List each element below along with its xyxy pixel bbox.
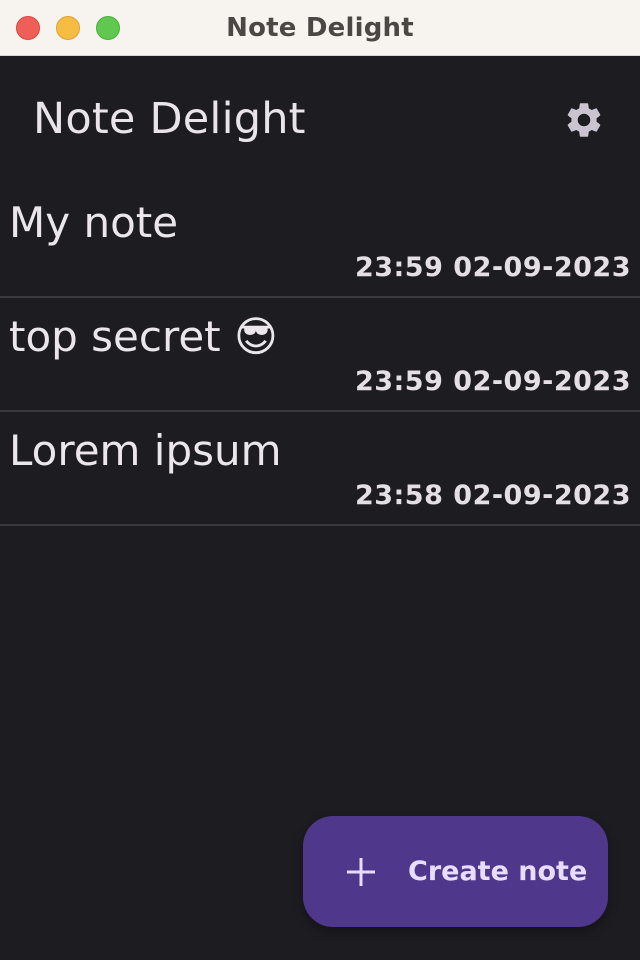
note-list-item[interactable]: My note 23:59 02-09-2023 [0,184,640,298]
gear-icon [567,103,601,137]
create-note-button[interactable]: Create note [303,816,608,927]
app-header: Note Delight [0,56,640,184]
app-window: Note Delight Note Delight My note 23:59 … [0,0,640,960]
plus-icon [347,858,375,886]
create-note-label: Create note [408,856,588,887]
note-timestamp: 23:59 02-09-2023 [354,252,631,283]
note-title: top secret 😎 [9,312,278,361]
page-title: Note Delight [33,94,306,144]
settings-button[interactable] [560,96,608,144]
window-title: Note Delight [226,13,414,43]
note-list: My note 23:59 02-09-2023 top secret 😎 23… [0,184,640,526]
note-list-item[interactable]: top secret 😎 23:59 02-09-2023 [0,298,640,412]
note-title: My note [9,198,179,247]
note-timestamp: 23:58 02-09-2023 [354,480,631,511]
note-timestamp: 23:59 02-09-2023 [354,366,631,397]
note-title: Lorem ipsum [9,426,282,475]
window-titlebar[interactable]: Note Delight [0,0,640,56]
note-list-item[interactable]: Lorem ipsum 23:58 02-09-2023 [0,412,640,526]
